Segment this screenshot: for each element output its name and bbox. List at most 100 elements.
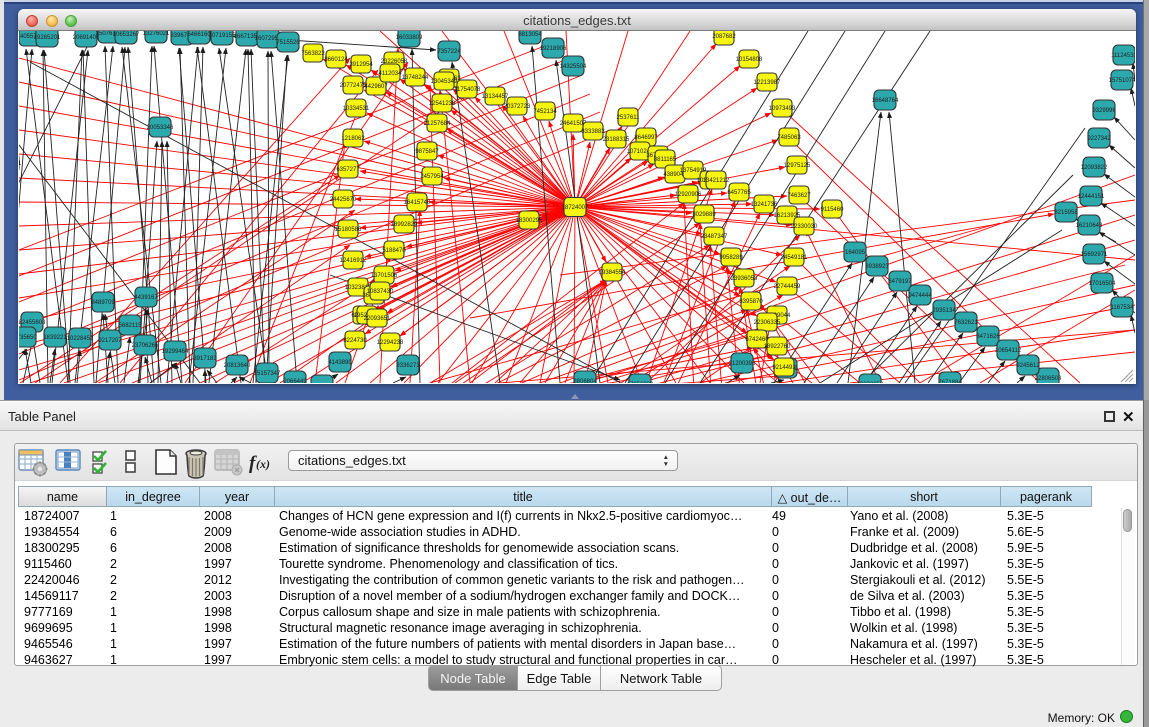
svg-text:11124533: 11124533	[1111, 53, 1135, 59]
svg-text:8471626: 8471626	[976, 334, 1000, 340]
svg-text:2935134: 2935134	[932, 308, 956, 314]
svg-text:18300295: 18300295	[516, 218, 543, 224]
svg-text:2537611: 2537611	[617, 115, 641, 121]
svg-text:16648764: 16648764	[872, 98, 899, 104]
svg-text:20053346: 20053346	[147, 125, 174, 131]
svg-text:8336273: 8336273	[396, 363, 420, 369]
svg-text:18724007: 18724007	[562, 205, 589, 211]
svg-text:(x): (x)	[256, 457, 270, 471]
svg-text:22093651: 22093651	[364, 316, 391, 322]
svg-text:13276021: 13276021	[143, 31, 170, 37]
svg-text:8660124: 8660124	[324, 57, 348, 63]
svg-text:21200396: 21200396	[729, 361, 756, 367]
svg-text:12920906: 12920906	[675, 192, 702, 198]
svg-text:20813640: 20813640	[224, 363, 251, 369]
svg-text:15157347: 15157347	[254, 371, 281, 377]
svg-text:4439167: 4439167	[134, 295, 158, 301]
svg-text:7515526: 7515526	[276, 40, 300, 46]
svg-text:19218906: 19218906	[540, 46, 567, 52]
svg-text:16033809: 16033809	[396, 35, 423, 41]
svg-text:8489709: 8489709	[91, 300, 115, 306]
svg-text:16210643: 16210643	[1076, 223, 1103, 229]
svg-text:7485063: 7485063	[777, 135, 801, 141]
svg-text:10228452: 10228452	[67, 336, 94, 342]
svg-text:23188315: 23188315	[603, 137, 630, 143]
svg-text:8811165: 8811165	[654, 157, 677, 163]
svg-text:13241736: 13241736	[751, 202, 778, 208]
svg-text:9875847: 9875847	[415, 149, 439, 155]
svg-text:8215958: 8215958	[1054, 210, 1078, 216]
svg-text:12294238: 12294238	[377, 340, 404, 346]
svg-text:15751074: 15751074	[1109, 78, 1135, 84]
svg-text:8224730: 8224730	[343, 338, 367, 344]
svg-text:22744459: 22744459	[774, 284, 801, 290]
svg-text:9214491: 9214491	[772, 365, 796, 371]
svg-text:3333883: 3333883	[581, 129, 605, 135]
svg-text:164095: 164095	[845, 250, 866, 256]
svg-text:4143890: 4143890	[328, 360, 352, 366]
svg-text:6457765: 6457765	[727, 190, 751, 196]
svg-text:15180586: 15180586	[335, 227, 362, 233]
svg-text:7452134: 7452134	[533, 109, 557, 115]
svg-text:10973493: 10973493	[769, 106, 796, 112]
svg-text:5682115: 5682115	[119, 323, 143, 329]
svg-text:22306335: 22306335	[754, 320, 781, 326]
svg-text:10719155: 10719155	[209, 33, 236, 39]
svg-text:8938923: 8938923	[865, 264, 889, 270]
svg-text:23706266: 23706266	[132, 343, 159, 349]
svg-text:13045349: 13045349	[431, 79, 458, 85]
svg-text:6357277: 6357277	[336, 167, 360, 173]
svg-text:7632621: 7632621	[954, 320, 978, 326]
svg-text:9115460: 9115460	[821, 207, 845, 213]
svg-text:4735650: 4735650	[19, 335, 37, 341]
svg-text:23936053: 23936053	[731, 276, 758, 282]
svg-text:22330030: 22330030	[791, 224, 818, 230]
svg-text:20372723: 20372723	[504, 104, 531, 110]
svg-text:24549181: 24549181	[781, 255, 808, 261]
svg-text:16415740: 16415740	[404, 200, 431, 206]
svg-text:12975125: 12975125	[784, 163, 811, 169]
svg-text:3917183: 3917183	[193, 356, 217, 362]
svg-text:13134457: 13134457	[482, 94, 509, 100]
svg-text:21754078: 21754078	[454, 87, 481, 93]
svg-text:9245612: 9245612	[1016, 363, 1040, 369]
svg-text:10334531: 10334531	[343, 106, 370, 112]
svg-text:9958289: 9958289	[719, 255, 743, 261]
svg-text:22806503: 22806503	[1035, 376, 1062, 382]
svg-text:20772475: 20772475	[340, 83, 367, 89]
svg-text:1839221: 1839221	[43, 335, 67, 341]
svg-text:24532561: 24532561	[19, 161, 22, 167]
svg-text:3395870: 3395870	[739, 299, 763, 305]
svg-text:19384554: 19384554	[599, 270, 626, 276]
svg-text:15692971: 15692971	[1081, 252, 1108, 258]
svg-text:18922760: 18922760	[764, 344, 791, 350]
svg-text:4429607: 4429607	[364, 84, 388, 90]
svg-text:10654112: 10654112	[995, 348, 1022, 354]
svg-text:12416912: 12416912	[340, 258, 367, 264]
svg-text:2087682: 2087682	[712, 34, 736, 40]
svg-text:12444151: 12444151	[1078, 194, 1105, 200]
svg-text:13421212: 13421212	[703, 178, 730, 184]
svg-text:14325504: 14325504	[560, 64, 587, 70]
svg-text:19285201: 19285201	[34, 35, 61, 41]
svg-text:7357224: 7357224	[437, 49, 461, 55]
svg-text:24425670: 24425670	[330, 197, 357, 203]
svg-text:3912954: 3912954	[349, 62, 373, 68]
svg-text:8806804: 8806804	[573, 379, 597, 383]
svg-text:13748244: 13748244	[402, 75, 429, 81]
svg-text:12093822: 12093822	[1081, 165, 1108, 171]
svg-text:12213987: 12213987	[754, 80, 781, 86]
svg-text:22455603: 22455603	[19, 320, 46, 326]
svg-text:12541238: 12541238	[429, 101, 456, 107]
svg-text:9329996: 9329996	[1092, 108, 1116, 114]
svg-text:23487347: 23487347	[701, 234, 728, 240]
svg-text:10653267: 10653267	[113, 32, 140, 38]
svg-text:9227342: 9227342	[1087, 136, 1111, 142]
svg-text:17956909: 17956909	[627, 382, 654, 383]
svg-text:7463627: 7463627	[787, 193, 811, 199]
svg-text:7671884: 7671884	[938, 380, 962, 383]
svg-text:2066449: 2066449	[283, 379, 307, 383]
svg-text:5188470: 5188470	[382, 248, 406, 254]
svg-text:19832259: 19832259	[857, 382, 884, 383]
svg-text:8813054: 8813054	[518, 32, 542, 38]
